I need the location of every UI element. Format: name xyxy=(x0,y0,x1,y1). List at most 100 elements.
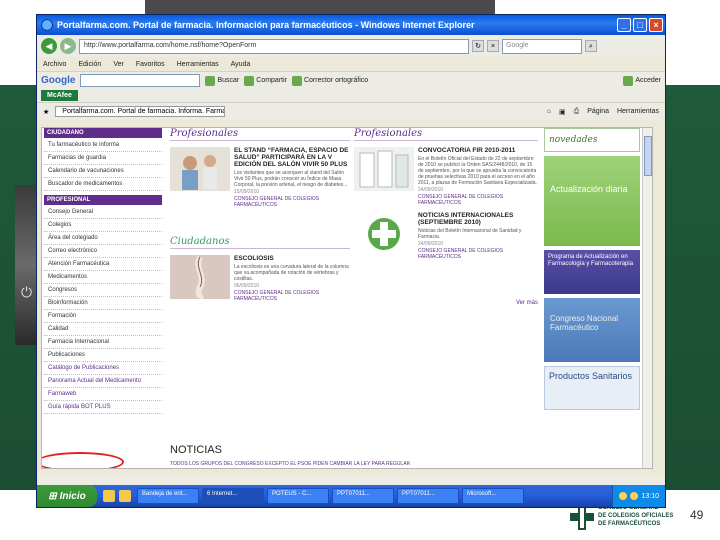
tab-tools: ⌂ ▣ ⎙ Página Herramientas xyxy=(547,108,659,116)
status-bar xyxy=(37,475,665,485)
sidebar-item[interactable]: Catálogo de Publicaciones xyxy=(44,362,162,375)
sidebar-item[interactable]: Área del colegiado xyxy=(44,232,162,245)
sidebar-item-bot-plus[interactable]: Guía rápida BOT PLUS xyxy=(44,401,162,414)
article-date: 15/09/2010 xyxy=(234,189,260,195)
taskbar-item[interactable]: Microsoft... xyxy=(462,488,524,504)
profesionales-column: Profesionales EL STAND “FARMACIA, ESPACI… xyxy=(170,128,350,308)
congreso-banner[interactable]: Congreso Nacional Farmacéutico xyxy=(544,298,640,362)
forward-button[interactable]: ▶ xyxy=(60,38,76,54)
sidebar-item[interactable]: Atención Farmacéutica xyxy=(44,258,162,271)
stop-icon[interactable]: × xyxy=(487,40,499,52)
page-content: CIUDADANO Tu farmacéutico te informa Far… xyxy=(41,127,653,469)
ie-quick-icon[interactable] xyxy=(119,490,131,502)
productos-sanitarios-banner[interactable]: Productos Sanitarios xyxy=(544,366,640,410)
menu-favoritos[interactable]: Favoritos xyxy=(136,61,165,68)
google-buscar-button[interactable]: Buscar xyxy=(205,75,239,86)
article-source: CONSEJO GENERAL DE COLEGIOS FARMACÉUTICO… xyxy=(418,194,504,206)
sidebar-item[interactable]: Farmacia Internacional xyxy=(44,336,162,349)
sidebar-item[interactable]: Panorama Actual del Medicamento xyxy=(44,375,162,388)
menu-herramientas[interactable]: Herramientas xyxy=(177,61,219,68)
article-body: Los visitantes que se acerquen al stand … xyxy=(234,170,348,188)
quick-launch xyxy=(97,490,137,502)
taskbar-item[interactable]: 6 Internet... xyxy=(202,488,264,504)
page-menu[interactable]: Página xyxy=(587,108,609,116)
menu-archivo[interactable]: Archivo xyxy=(43,61,66,68)
actualizacion-banner[interactable]: Actualización diaria xyxy=(544,156,640,246)
ver-mas-link[interactable]: Ver más xyxy=(354,300,538,306)
mcafee-button[interactable]: McAfee xyxy=(41,90,78,101)
scrollbar-thumb[interactable] xyxy=(644,136,652,176)
sidebar-item[interactable]: Tu farmacéutico te informa xyxy=(44,139,162,152)
article-title[interactable]: NOTICIAS INTERNACIONALES (SEPTIEMBRE 201… xyxy=(418,212,538,226)
article-item[interactable]: NOTICIAS INTERNACIONALES (SEPTIEMBRE 201… xyxy=(354,212,538,260)
maximize-button[interactable]: □ xyxy=(633,18,647,32)
address-bar: ◀ ▶ http://www.portalfarma.com/home.nsf/… xyxy=(37,35,665,57)
sidebar-item[interactable]: Consejo General xyxy=(44,206,162,219)
article-item[interactable]: CONVOCATORIA FIR 2010-2011 En el Boletín… xyxy=(354,147,538,206)
rss-icon[interactable]: ▣ xyxy=(559,108,566,116)
tray-icon[interactable] xyxy=(630,492,639,500)
title-bar: Portalfarma.com. Portal de farmacia. Inf… xyxy=(37,15,665,35)
sidebar-item[interactable]: Farmacias de guardia xyxy=(44,152,162,165)
home-icon[interactable]: ⌂ xyxy=(547,108,551,116)
farmacologia-banner[interactable]: Programa de Actualización en Farmacologí… xyxy=(544,250,640,294)
google-corrector-button[interactable]: Corrector ortográfico xyxy=(291,75,368,86)
article-date: 06/09/2010 xyxy=(234,283,260,289)
google-search-field[interactable] xyxy=(80,74,201,87)
share-icon xyxy=(244,75,255,86)
article-body: En el Boletín Oficial del Estado de 22 d… xyxy=(418,156,537,186)
tab-portalfarma[interactable]: Portalfarma.com. Portal de farmacia. Inf… xyxy=(55,106,226,117)
taskbar-item[interactable]: Bandeja de ent... xyxy=(137,488,199,504)
article-title[interactable]: ESCOLIOSIS xyxy=(234,255,350,262)
google-acceder-button[interactable]: Acceder xyxy=(623,75,661,86)
windows-taskbar: ⊞ Inicio Bandeja de ent... 6 Internet...… xyxy=(37,485,665,507)
site-sidebar: CIUDADANO Tu farmacéutico te informa Far… xyxy=(42,128,162,468)
menu-bar: Archivo Edición Ver Favoritos Herramient… xyxy=(37,57,665,71)
outlook-icon[interactable] xyxy=(103,490,115,502)
url-input[interactable]: http://www.portalfarma.com/home.nsf/home… xyxy=(79,38,469,54)
refresh-icon[interactable]: ↻ xyxy=(472,40,484,52)
taskbar-item[interactable]: PPT07011... xyxy=(397,488,459,504)
taskbar-item[interactable]: PPT07011... xyxy=(332,488,394,504)
sidebar-item[interactable]: Colegios xyxy=(44,219,162,232)
menu-ayuda[interactable]: Ayuda xyxy=(231,61,251,68)
sidebar-item[interactable]: Correo electrónico xyxy=(44,245,162,258)
start-button[interactable]: ⊞ Inicio xyxy=(37,485,97,507)
article-item[interactable]: ESCOLIOSIS La escoliosis es una curvatur… xyxy=(170,255,350,302)
menu-edicion[interactable]: Edición xyxy=(78,61,101,68)
article-source: CONSEJO GENERAL DE COLEGIOS FARMACÉUTICO… xyxy=(234,196,320,208)
taskbar-item[interactable]: POTEUS - C... xyxy=(267,488,329,504)
article-title[interactable]: CONVOCATORIA FIR 2010-2011 xyxy=(418,147,538,154)
google-toolbar: Google Buscar Compartir Corrector ortogr… xyxy=(37,71,665,89)
sidebar-item[interactable]: Formación xyxy=(44,310,162,323)
search-icon[interactable]: ⌕ xyxy=(585,40,597,52)
sidebar-item[interactable]: Bioinformación xyxy=(44,297,162,310)
article-title[interactable]: EL STAND “FARMACIA, ESPACIO DE SALUD” PA… xyxy=(234,147,350,168)
print-icon[interactable]: ⎙ xyxy=(574,108,580,116)
sidebar-item[interactable]: Publicaciones xyxy=(44,349,162,362)
tools-menu[interactable]: Herramientas xyxy=(617,108,659,116)
tabs-bar: ★ Portalfarma.com. Portal de farmacia. I… xyxy=(37,102,665,120)
sidebar-item[interactable]: Calendario de vacunaciones xyxy=(44,165,162,178)
novedades-banner[interactable]: novedades xyxy=(544,128,640,152)
article-date: 24/09/2010 xyxy=(418,187,444,193)
sidebar-item[interactable]: Congresos xyxy=(44,284,162,297)
tray-icon[interactable] xyxy=(619,492,628,500)
favorites-star-icon[interactable]: ★ xyxy=(43,108,49,116)
close-button[interactable]: × xyxy=(649,18,663,32)
google-compartir-button[interactable]: Compartir xyxy=(244,75,287,86)
search-input[interactable]: Google xyxy=(502,38,582,54)
promo-column: novedades Actualización diaria Programa … xyxy=(544,128,640,414)
sidebar-item[interactable]: Farmaweb xyxy=(44,388,162,401)
article-photo xyxy=(354,212,414,256)
vertical-scrollbar[interactable] xyxy=(642,128,652,468)
sidebar-item[interactable]: Calidad xyxy=(44,323,162,336)
sidebar-item[interactable]: Medicamentos xyxy=(44,271,162,284)
ie-icon xyxy=(41,19,53,31)
noticias-headline[interactable]: TODOS LOS GRUPOS DEL CONGRESO EXCEPTO EL… xyxy=(170,461,410,467)
article-item[interactable]: EL STAND “FARMACIA, ESPACIO DE SALUD” PA… xyxy=(170,147,350,208)
minimize-button[interactable]: _ xyxy=(617,18,631,32)
back-button[interactable]: ◀ xyxy=(41,38,57,54)
sidebar-item[interactable]: Buscador de medicamentos xyxy=(44,178,162,191)
menu-ver[interactable]: Ver xyxy=(113,61,124,68)
